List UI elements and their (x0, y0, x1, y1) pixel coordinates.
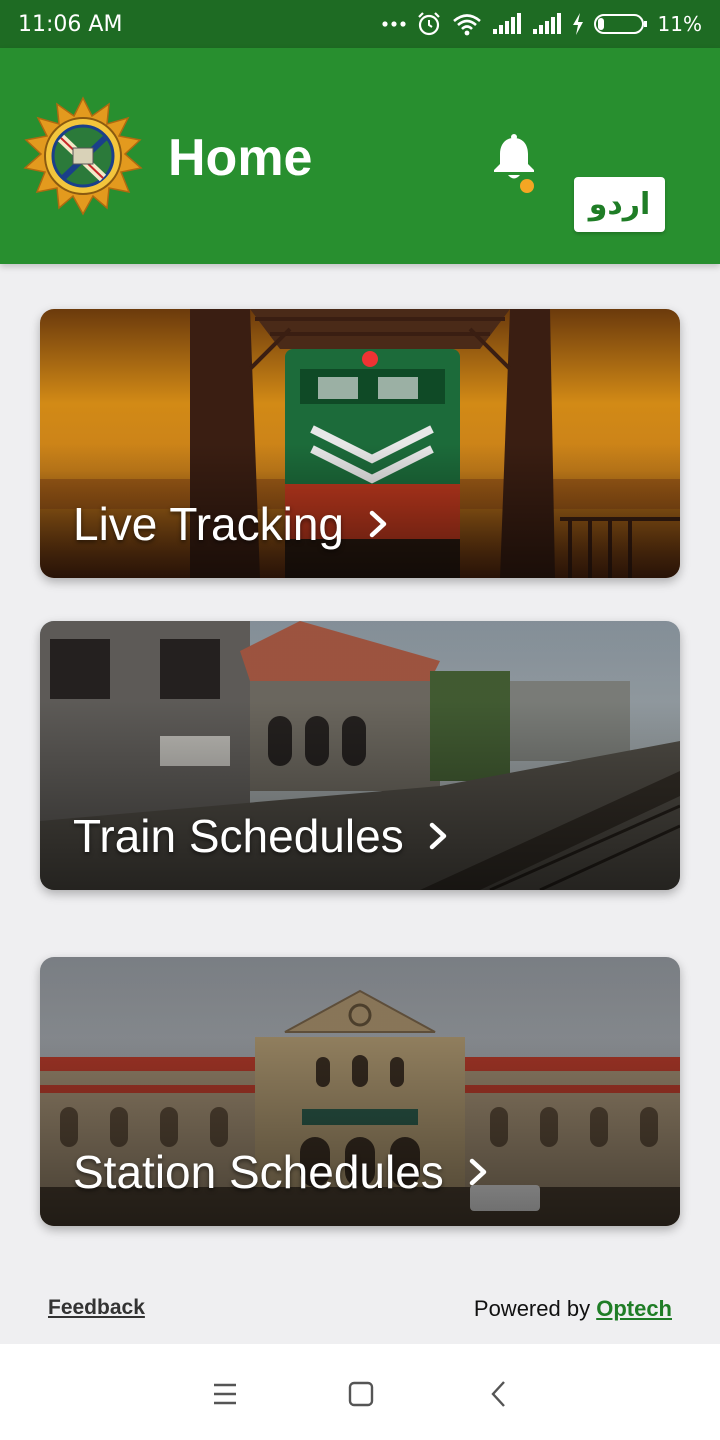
more-icon (381, 20, 406, 28)
train-schedules-card[interactable]: Train Schedules (40, 621, 680, 890)
status-icons: 11% (381, 11, 702, 37)
live-tracking-card[interactable]: Live Tracking (40, 309, 680, 578)
powered-by-text: Powered by (473, 1296, 591, 1321)
system-nav-bar (0, 1344, 720, 1440)
feedback-link[interactable]: Feedback (48, 1296, 145, 1320)
card-title: Station Schedules (73, 1146, 444, 1198)
bell-icon[interactable] (488, 132, 540, 184)
powered-by: Powered by Optech (474, 1296, 672, 1322)
home-square-icon[interactable] (341, 1374, 381, 1414)
language-toggle-button[interactable]: اردو (574, 177, 665, 232)
charging-icon (572, 13, 584, 35)
chevron-right-icon (369, 510, 387, 538)
live-tracking-label: Live Tracking (73, 498, 390, 550)
notification-badge (520, 179, 534, 193)
wifi-icon (452, 12, 482, 36)
menu-icon[interactable] (205, 1374, 245, 1414)
railway-logo (22, 96, 144, 216)
alarm-icon (416, 11, 442, 37)
signal-icon (532, 13, 562, 35)
chevron-right-icon (429, 822, 446, 850)
page-title: Home (168, 129, 313, 187)
battery-percent: 11% (657, 12, 702, 36)
status-bar: 11:06 AM 11% (0, 0, 720, 48)
signal-icon (492, 13, 522, 35)
app-bar: Home اردو (0, 48, 720, 264)
chevron-right-icon (469, 1158, 487, 1186)
card-title: Live Tracking (73, 498, 345, 550)
optech-link[interactable]: Optech (596, 1296, 672, 1321)
card-title: Train Schedules (73, 810, 404, 862)
station-schedules-label: Station Schedules (73, 1146, 490, 1198)
station-schedules-card[interactable]: Station Schedules (40, 957, 680, 1226)
battery-icon (593, 13, 648, 35)
status-time: 11:06 AM (18, 11, 123, 37)
train-schedules-label: Train Schedules (73, 810, 450, 862)
back-icon[interactable] (479, 1374, 519, 1414)
